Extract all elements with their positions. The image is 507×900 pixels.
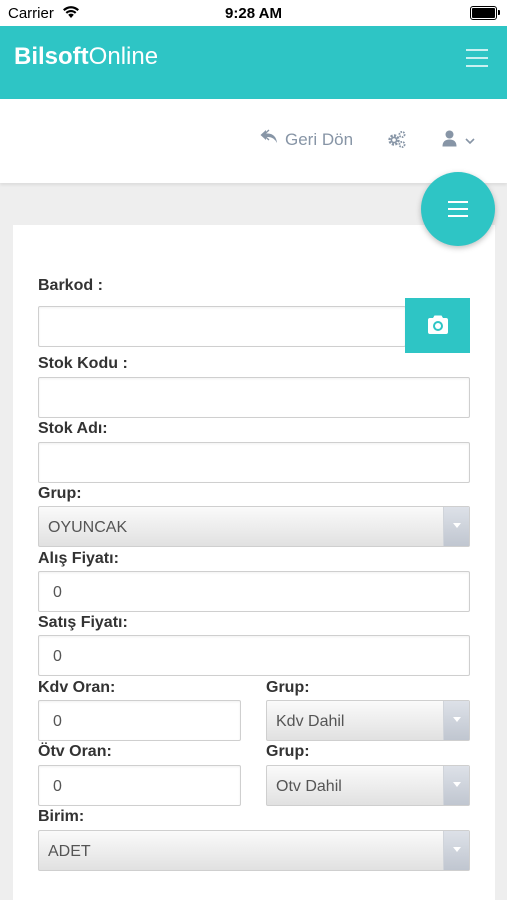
back-label: Geri Dön bbox=[285, 129, 354, 149]
kdv-grup-label: Grup: bbox=[266, 679, 310, 696]
birim-value: ADET bbox=[48, 843, 91, 860]
hamburger-menu-icon[interactable] bbox=[466, 49, 488, 67]
app-header: BilsoftOnline bbox=[0, 26, 507, 99]
menu-fab[interactable] bbox=[421, 172, 495, 246]
satis-fiyati-label: Satış Fiyatı: bbox=[38, 614, 128, 631]
chevron-down-icon bbox=[443, 701, 469, 740]
camera-icon bbox=[426, 315, 450, 340]
otv-oran-label: Ötv Oran: bbox=[38, 743, 112, 760]
grup-label: Grup: bbox=[38, 485, 82, 502]
barkod-label: Barkod : bbox=[38, 277, 103, 294]
camera-button[interactable] bbox=[405, 298, 470, 353]
stok-kodu-label: Stok Kodu : bbox=[38, 355, 128, 372]
chevron-down-icon bbox=[443, 766, 469, 805]
brand-light: Online bbox=[88, 43, 159, 70]
alis-fiyati-input[interactable]: 0 bbox=[38, 571, 470, 612]
status-bar: Carrier 9:28 AM bbox=[0, 0, 507, 26]
reply-icon bbox=[260, 129, 280, 150]
settings-button[interactable] bbox=[387, 130, 407, 153]
kdv-oran-label: Kdv Oran: bbox=[38, 679, 116, 696]
satis-fiyati-input[interactable]: 0 bbox=[38, 635, 470, 676]
brand-logo[interactable]: BilsoftOnline bbox=[14, 43, 158, 71]
birim-select[interactable]: ADET bbox=[38, 830, 470, 871]
otv-grup-label: Grup: bbox=[266, 743, 310, 760]
grup-value: OYUNCAK bbox=[48, 519, 128, 536]
brand-bold: Bilsoft bbox=[14, 43, 89, 70]
otv-grup-value: Otv Dahil bbox=[276, 778, 342, 795]
kdv-grup-select[interactable]: Kdv Dahil bbox=[266, 700, 470, 741]
chevron-down-icon bbox=[465, 132, 475, 150]
chevron-down-icon bbox=[443, 831, 469, 870]
user-menu[interactable] bbox=[442, 130, 475, 152]
battery-icon bbox=[470, 6, 500, 20]
grup-select[interactable]: OYUNCAK bbox=[38, 506, 470, 547]
kdv-grup-value: Kdv Dahil bbox=[276, 713, 345, 730]
otv-oran-input[interactable]: 0 bbox=[38, 765, 241, 806]
birim-label: Birim: bbox=[38, 808, 85, 825]
clock: 9:28 AM bbox=[225, 5, 282, 22]
kdv-oran-input[interactable]: 0 bbox=[38, 700, 241, 741]
stok-adi-label: Stok Adı: bbox=[38, 420, 108, 437]
stok-adi-input[interactable] bbox=[38, 442, 470, 483]
toolbar: Geri Dön bbox=[0, 99, 507, 183]
gears-icon bbox=[387, 131, 407, 152]
user-icon bbox=[442, 130, 457, 152]
chevron-down-icon bbox=[443, 507, 469, 546]
stok-kodu-input[interactable] bbox=[38, 377, 470, 418]
barkod-input[interactable] bbox=[38, 306, 406, 347]
otv-grup-select[interactable]: Otv Dahil bbox=[266, 765, 470, 806]
back-button[interactable]: Geri Dön bbox=[260, 129, 353, 150]
alis-fiyati-label: Alış Fiyatı: bbox=[38, 550, 119, 567]
